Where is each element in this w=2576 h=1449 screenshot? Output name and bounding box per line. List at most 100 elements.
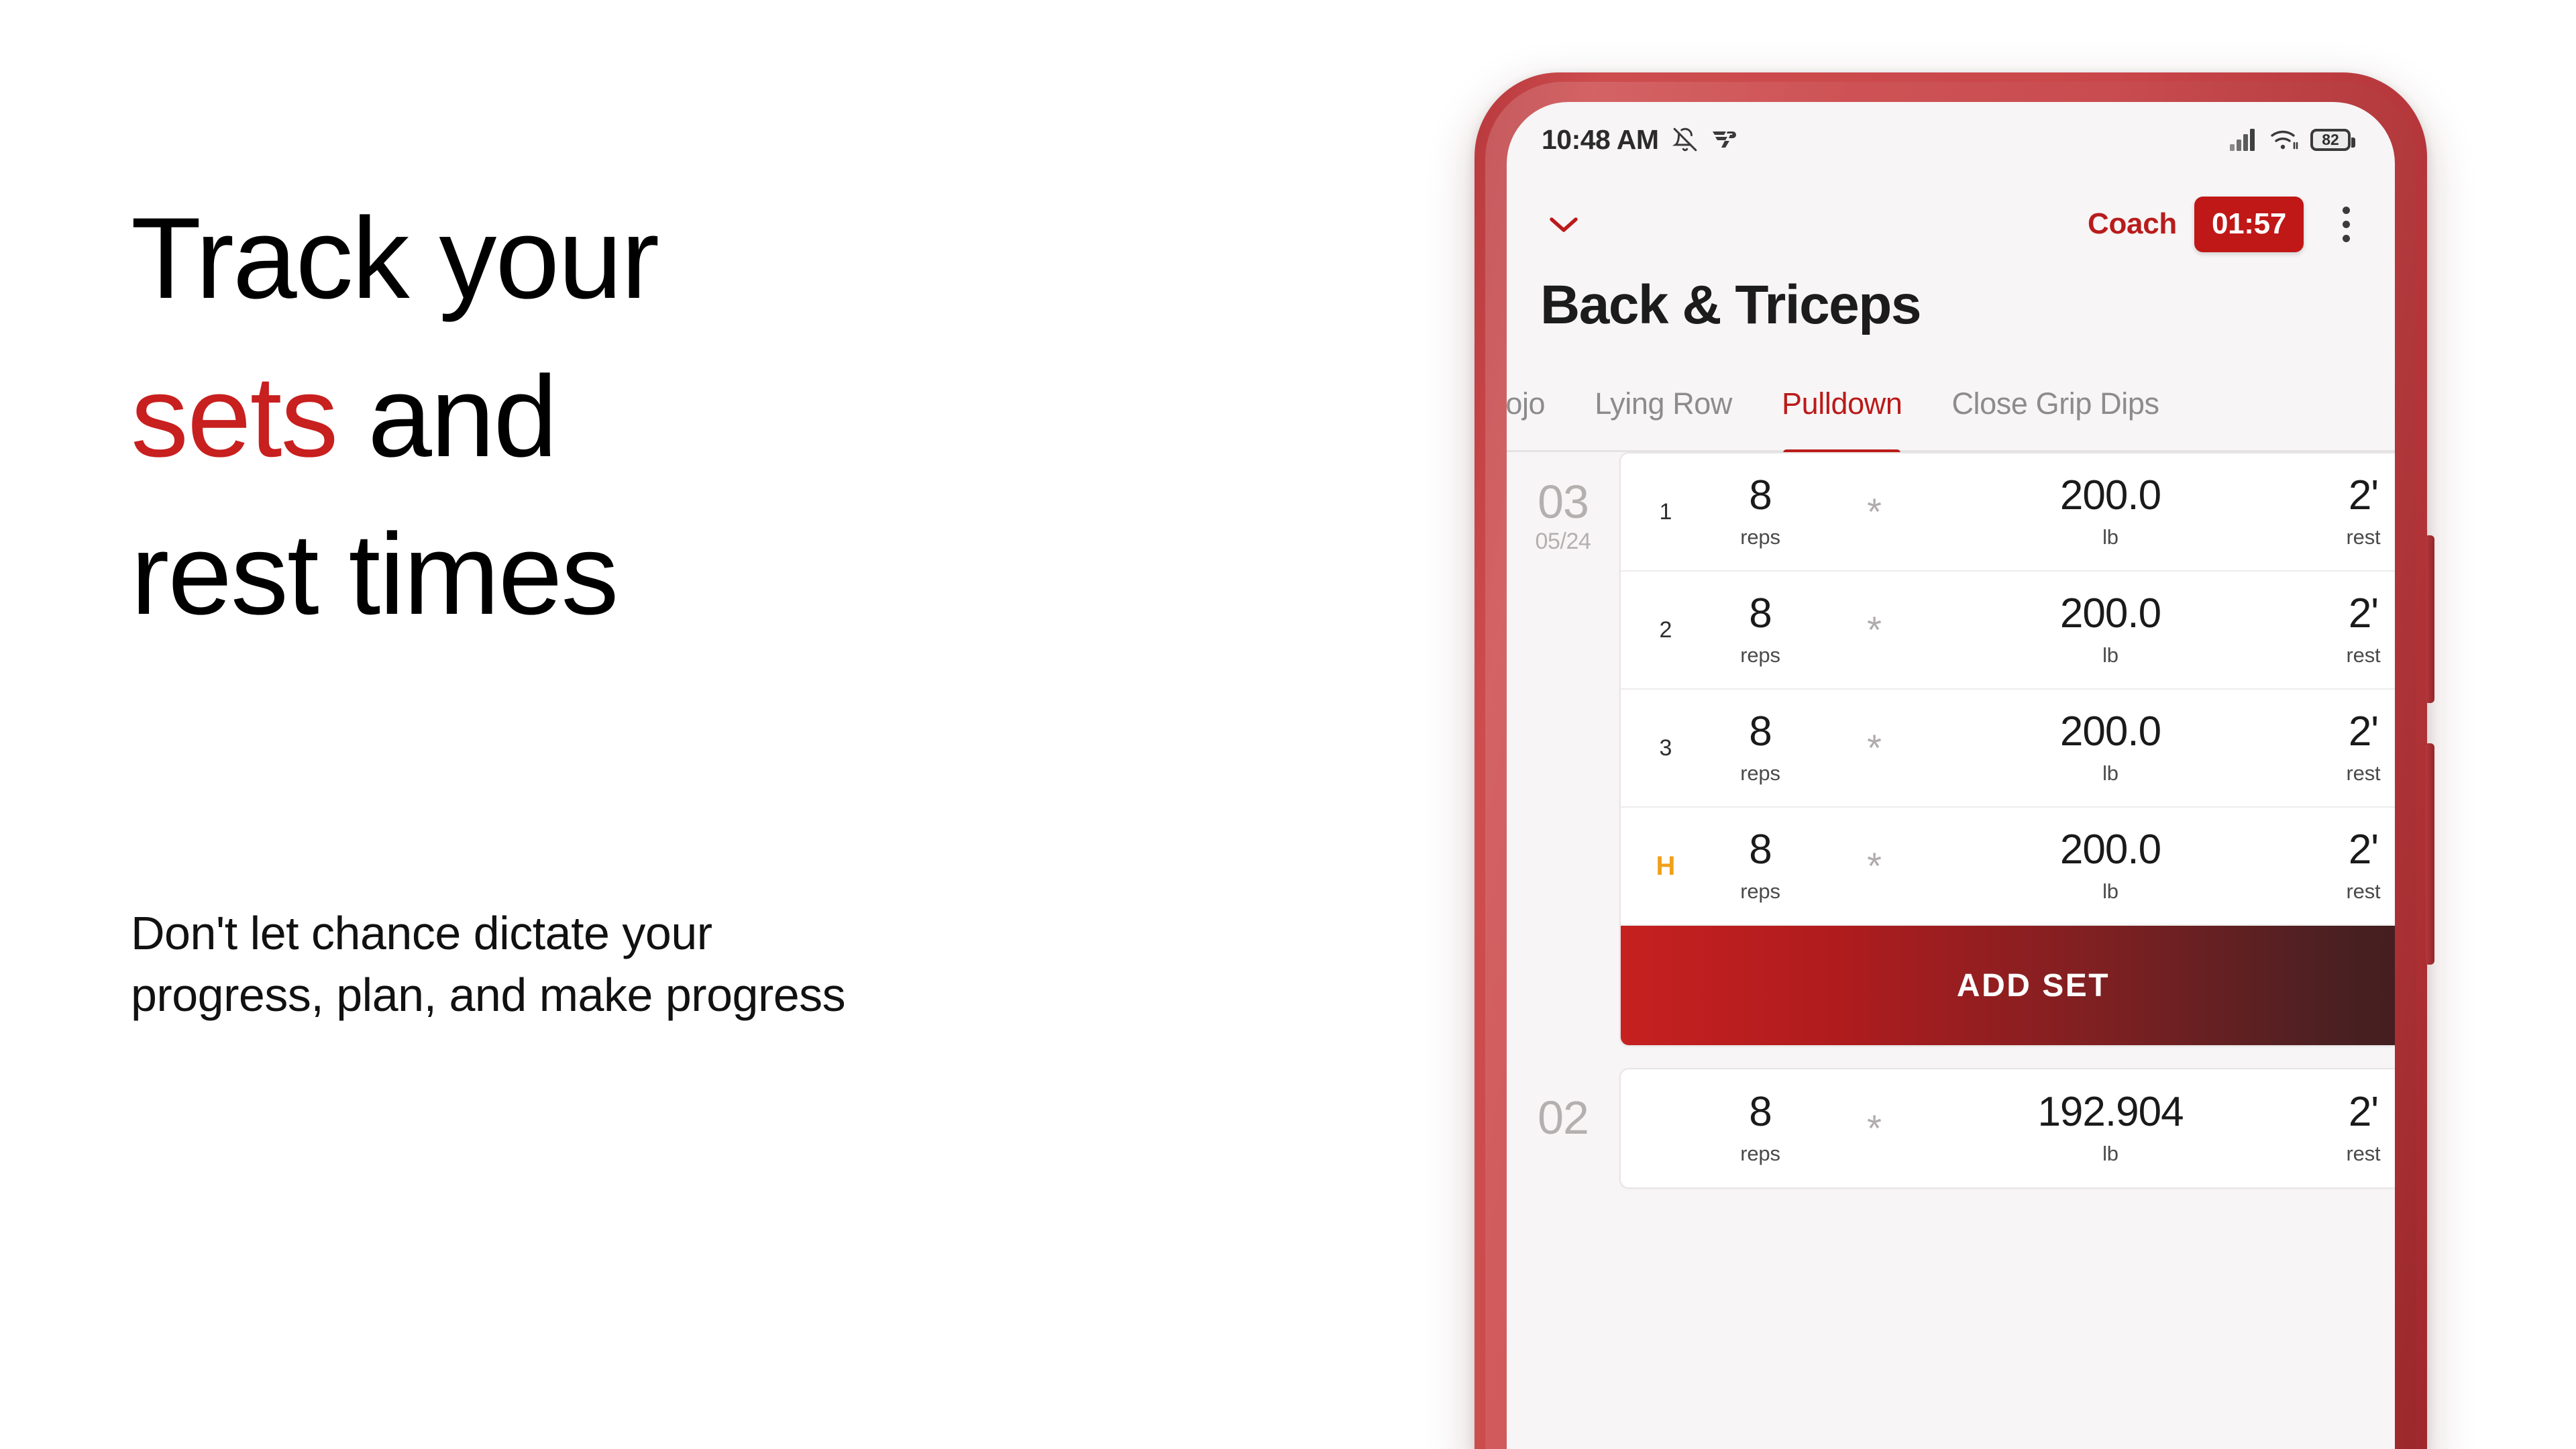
set-weight-unit: lb [2102, 643, 2118, 667]
add-set-button[interactable]: ADD SET [1621, 926, 2395, 1045]
set-rest-unit: rest [2346, 525, 2381, 549]
status-bar-left-icons [1672, 127, 1737, 152]
set-rest-cell[interactable]: 2' rest [2300, 590, 2395, 667]
headline-line-3: rest times [131, 510, 619, 639]
kebab-menu-icon [2342, 234, 2350, 242]
set-weight-unit: lb [2102, 525, 2118, 549]
set-weight-unit: lb [2102, 879, 2118, 903]
multiply-symbol: * [1867, 1107, 1882, 1150]
collapse-button[interactable] [1538, 198, 1590, 250]
status-bar-right-icons: 82 [2230, 128, 2355, 151]
set-rest-value: 2' [2348, 826, 2379, 873]
battery-percent-label: 82 [2322, 130, 2339, 148]
set-reps-value: 8 [1749, 1088, 1772, 1135]
status-bar: 10:48 AM 82 [1507, 102, 2395, 177]
headline-accent-word: sets [131, 352, 338, 481]
table-row[interactable]: H 8 reps * 200.0 lb 2' rest [1621, 808, 2395, 926]
coach-button[interactable]: Coach [2088, 207, 2177, 241]
phone-mockup: 10:48 AM 82 Coach 01:57 Back & Triceps o… [1474, 72, 2434, 1449]
kebab-menu-icon [2342, 206, 2350, 214]
session-group: 03 05/24 1 8 reps * 200.0 lb 2' rest 2 8… [1507, 452, 2395, 1046]
set-weight-value: 192.904 [2037, 1088, 2184, 1135]
rest-timer-badge[interactable]: 01:57 [2194, 196, 2304, 252]
set-reps-cell[interactable]: 8 reps [1693, 472, 1827, 549]
multiply-symbol: * [1867, 845, 1882, 888]
set-reps-value: 8 [1749, 472, 1772, 519]
set-weight-value: 200.0 [2059, 472, 2161, 519]
headline-line-2-rest: and [337, 352, 557, 481]
app-toolbar: Coach 01:57 [1507, 177, 2395, 271]
set-reps-unit: reps [1740, 525, 1780, 549]
promo-screenshot: Track your sets and rest times Don't let… [0, 0, 2576, 1449]
set-rest-value: 2' [2348, 1088, 2379, 1135]
set-card: 8 reps * 192.904 lb 2' rest [1619, 1068, 2395, 1189]
session-day-number: 03 [1538, 476, 1589, 528]
set-weight-value: 200.0 [2059, 708, 2161, 755]
subcopy: Don't let chance dictate your progress, … [131, 902, 1285, 1026]
set-weight-value: 200.0 [2059, 590, 2161, 637]
set-weight-cell[interactable]: 200.0 lb [1921, 708, 2300, 786]
set-weight-cell[interactable]: 200.0 lb [1921, 472, 2300, 549]
phone-frame: 10:48 AM 82 Coach 01:57 Back & Triceps o… [1474, 72, 2434, 1449]
subcopy-line-1: Don't let chance dictate your [131, 907, 712, 959]
volume-button[interactable] [2426, 535, 2434, 703]
marketing-copy: Track your sets and rest times [131, 180, 1271, 654]
session-day-date: 05/24 [1535, 528, 1591, 554]
tab-exercise-0[interactable]: g jojo [1507, 370, 1546, 421]
set-rest-unit: rest [2346, 879, 2381, 903]
multiply-symbol: * [1867, 490, 1882, 533]
exercise-tab-strip[interactable]: g jojo Lying Row Pulldown Close Grip Dip… [1507, 370, 2395, 456]
set-rest-value: 2' [2348, 590, 2379, 637]
set-rest-value: 2' [2348, 472, 2379, 519]
set-reps-unit: reps [1740, 761, 1780, 785]
set-index: 3 [1659, 735, 1672, 761]
kebab-menu-icon [2342, 220, 2350, 228]
tab-exercise-2[interactable]: Pulldown [1782, 370, 1902, 456]
set-reps-unit: reps [1740, 879, 1780, 903]
set-reps-cell[interactable]: 8 reps [1693, 710, 1827, 786]
set-weight-cell[interactable]: 192.904 lb [1921, 1091, 2300, 1166]
set-rest-unit: rest [2346, 643, 2381, 667]
set-weight-unit: lb [2102, 761, 2118, 785]
multiply-symbol: * [1867, 727, 1882, 769]
session-day-number: 02 [1538, 1091, 1589, 1144]
set-index: 2 [1659, 616, 1672, 643]
battery-icon: 82 [2310, 128, 2355, 151]
set-rest-cell[interactable]: 2' rest [2300, 472, 2395, 549]
set-reps-unit: reps [1740, 1141, 1780, 1165]
set-reps-cell[interactable]: 8 reps [1693, 828, 1827, 904]
set-rest-value: 2' [2348, 708, 2379, 755]
wifi-icon [2271, 130, 2298, 150]
set-rest-cell[interactable]: 2' rest [2300, 826, 2395, 904]
tab-exercise-1[interactable]: Lying Row [1595, 370, 1732, 421]
set-reps-cell[interactable]: 8 reps [1693, 590, 1827, 667]
multiply-symbol: * [1867, 608, 1882, 651]
session-day-badge: 03 05/24 [1507, 452, 1619, 555]
set-rest-cell[interactable]: 2' rest [2300, 1091, 2395, 1166]
headline-line-1: Track your [131, 194, 659, 323]
power-button[interactable] [2426, 743, 2434, 965]
phone-screen: 10:48 AM 82 Coach 01:57 Back & Triceps o… [1507, 102, 2395, 1449]
set-weight-cell[interactable]: 200.0 lb [1921, 590, 2300, 667]
session-day-badge: 02 [1507, 1068, 1619, 1144]
set-card: 1 8 reps * 200.0 lb 2' rest 2 8 reps * 2… [1619, 452, 2395, 1046]
status-bar-clock: 10:48 AM [1542, 123, 1659, 155]
subcopy-line-2: progress, plan, and make progress [131, 969, 846, 1022]
workout-title: Back & Triceps [1540, 274, 1921, 335]
table-row[interactable]: 1 8 reps * 200.0 lb 2' rest [1621, 453, 2395, 572]
overflow-menu-button[interactable] [2321, 195, 2371, 253]
cellular-signal-icon [2230, 129, 2255, 151]
set-reps-unit: reps [1740, 643, 1780, 667]
tab-exercise-3[interactable]: Close Grip Dips [1951, 370, 2159, 421]
set-reps-cell[interactable]: 8 reps [1693, 1091, 1827, 1166]
set-rest-unit: rest [2346, 1141, 2381, 1165]
table-row[interactable]: 3 8 reps * 200.0 lb 2' rest [1621, 690, 2395, 808]
table-row[interactable]: 8 reps * 192.904 lb 2' rest [1621, 1069, 2395, 1187]
set-weight-cell[interactable]: 200.0 lb [1921, 828, 2300, 904]
table-row[interactable]: 2 8 reps * 200.0 lb 2' rest [1621, 572, 2395, 690]
set-rest-cell[interactable]: 2' rest [2300, 708, 2395, 786]
sp-app-icon [1712, 131, 1736, 148]
set-index: 1 [1659, 498, 1672, 525]
set-rest-unit: rest [2346, 761, 2381, 785]
set-reps-value: 8 [1749, 590, 1772, 637]
